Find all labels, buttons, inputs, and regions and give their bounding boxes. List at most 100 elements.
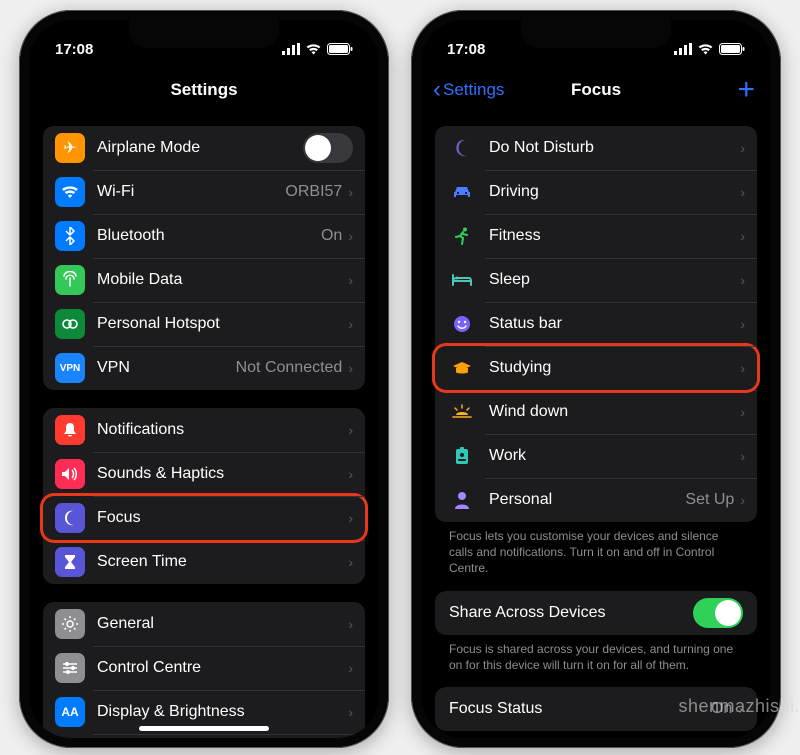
moon-icon (447, 133, 477, 163)
phone-left: 17:08 Settings ✈︎ Airplane Mode Wi-Fi (19, 10, 389, 748)
row-label: Do Not Disturb (489, 139, 740, 157)
notch (521, 20, 671, 48)
badge-icon (447, 441, 477, 471)
chevron-right-icon: › (740, 360, 745, 376)
row-sleep[interactable]: Sleep › (435, 258, 757, 302)
gradcap-icon (447, 353, 477, 383)
row-label: Control Centre (97, 659, 348, 677)
settings-group-notifications: Notifications › Sounds & Haptics › Focus… (43, 408, 365, 584)
chevron-right-icon: › (348, 316, 353, 332)
focus-footer-2: Focus is shared across your devices, and… (435, 635, 757, 673)
row-statusbar[interactable]: Status bar › (435, 302, 757, 346)
add-button[interactable]: + (737, 75, 755, 105)
notifications-icon (55, 415, 85, 445)
airplane-icon: ✈︎ (55, 133, 85, 163)
row-label: Airplane Mode (97, 139, 303, 157)
row-label: Driving (489, 183, 740, 201)
hotspot-icon (55, 309, 85, 339)
chevron-right-icon: › (740, 184, 745, 200)
row-notifications[interactable]: Notifications › (43, 408, 365, 452)
battery-icon (719, 43, 745, 55)
row-label: Bluetooth (97, 227, 321, 245)
row-controlcentre[interactable]: Control Centre › (43, 646, 365, 690)
vpn-icon: VPN (55, 353, 85, 383)
row-driving[interactable]: Driving › (435, 170, 757, 214)
row-label: Sleep (489, 271, 740, 289)
settings-content[interactable]: ✈︎ Airplane Mode Wi-Fi ORBI57 › Bluetoot… (29, 112, 379, 738)
notch (129, 20, 279, 48)
wifi-icon (55, 177, 85, 207)
general-icon (55, 609, 85, 639)
focus-content[interactable]: Do Not Disturb › Driving › Fitness › Sle… (421, 112, 771, 738)
row-wifi[interactable]: Wi-Fi ORBI57 › (43, 170, 365, 214)
bluetooth-icon (55, 221, 85, 251)
row-label: Screen Time (97, 553, 348, 571)
row-label: Studying (489, 359, 740, 377)
row-personal[interactable]: Personal Set Up › (435, 478, 757, 522)
row-label: Mobile Data (97, 271, 348, 289)
row-label: Fitness (489, 227, 740, 245)
airplane-toggle[interactable] (303, 133, 353, 163)
back-button[interactable]: ‹ Settings (433, 76, 504, 104)
row-label: VPN (97, 359, 236, 377)
chevron-right-icon: › (738, 701, 743, 717)
row-screentime[interactable]: Screen Time › (43, 540, 365, 584)
person-icon (447, 485, 477, 515)
settings-group-network: ✈︎ Airplane Mode Wi-Fi ORBI57 › Bluetoot… (43, 126, 365, 390)
running-icon (447, 221, 477, 251)
row-value: Not Connected (236, 359, 343, 377)
row-airplane[interactable]: ✈︎ Airplane Mode (43, 126, 365, 170)
row-dnd[interactable]: Do Not Disturb › (435, 126, 757, 170)
row-bluetooth[interactable]: Bluetooth On › (43, 214, 365, 258)
row-winddown[interactable]: Wind down › (435, 390, 757, 434)
row-label: Wind down (489, 403, 740, 421)
nav-title-left: Settings (170, 80, 237, 100)
row-focus-status[interactable]: Focus Status On › (435, 687, 757, 731)
phone-right: 17:08 ‹ Settings Focus + Do Not Disturb … (411, 10, 781, 748)
chevron-right-icon: › (348, 466, 353, 482)
display-icon: AA (55, 697, 85, 727)
row-label: Wi-Fi (97, 183, 285, 201)
row-mobiledata[interactable]: Mobile Data › (43, 258, 365, 302)
screentime-icon (55, 547, 85, 577)
back-label: Settings (443, 80, 504, 100)
settings-group-general: General › Control Centre › AA Display & … (43, 602, 365, 738)
row-homescreen[interactable]: Home Screen › (43, 734, 365, 738)
home-indicator[interactable] (139, 726, 269, 731)
chevron-right-icon: › (348, 554, 353, 570)
row-share[interactable]: Share Across Devices (435, 591, 757, 635)
chevron-right-icon: › (348, 510, 353, 526)
row-work[interactable]: Work › (435, 434, 757, 478)
face-icon (447, 309, 477, 339)
controlcentre-icon (55, 653, 85, 683)
chevron-right-icon: › (348, 704, 353, 720)
row-label: Notifications (97, 421, 348, 439)
chevron-right-icon: › (740, 228, 745, 244)
row-value: On (711, 700, 732, 718)
row-hotspot[interactable]: Personal Hotspot › (43, 302, 365, 346)
row-general[interactable]: General › (43, 602, 365, 646)
chevron-right-icon: › (740, 448, 745, 464)
cellular-icon (674, 43, 692, 55)
row-focus[interactable]: Focus › (43, 496, 365, 540)
focus-footer-1: Focus lets you customise your devices an… (435, 522, 757, 577)
chevron-right-icon: › (348, 184, 353, 200)
sounds-icon (55, 459, 85, 489)
row-vpn[interactable]: VPN VPN Not Connected › (43, 346, 365, 390)
wifi-status-icon (697, 43, 714, 55)
chevron-right-icon: › (740, 492, 745, 508)
share-toggle[interactable] (693, 598, 743, 628)
status-time: 17:08 (447, 41, 485, 58)
row-label: Share Across Devices (449, 604, 693, 622)
row-sounds[interactable]: Sounds & Haptics › (43, 452, 365, 496)
chevron-right-icon: › (348, 360, 353, 376)
row-label: Focus Status (449, 700, 711, 718)
focus-icon (55, 503, 85, 533)
row-fitness[interactable]: Fitness › (435, 214, 757, 258)
row-studying[interactable]: Studying › (435, 346, 757, 390)
chevron-right-icon: › (348, 660, 353, 676)
navbar-left: Settings (29, 68, 379, 112)
bed-icon (447, 265, 477, 295)
row-label: Sounds & Haptics (97, 465, 348, 483)
status-time: 17:08 (55, 41, 93, 58)
